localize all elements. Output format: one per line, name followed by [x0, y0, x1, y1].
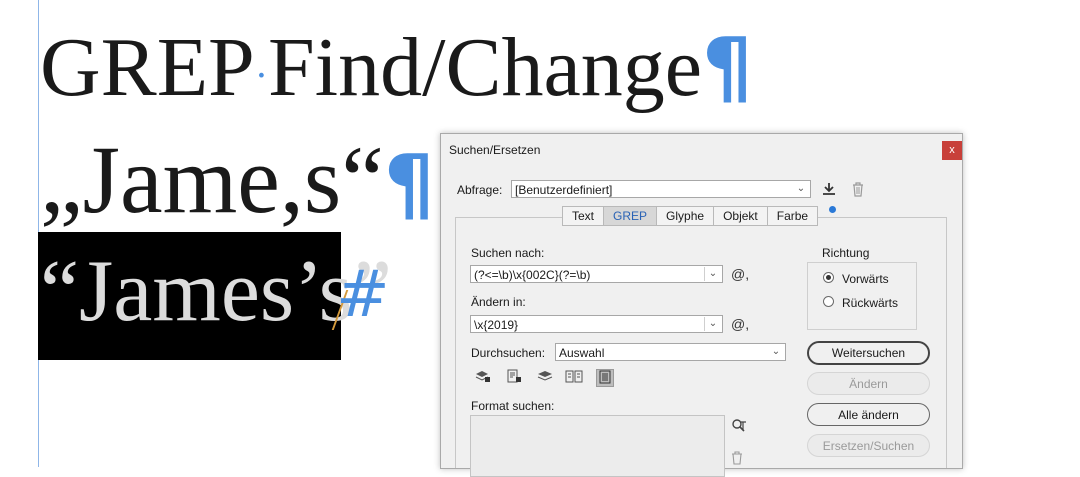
- search-scope-value: Auswahl: [559, 346, 605, 360]
- radio-forward[interactable]: [823, 272, 834, 283]
- search-label: Durchsuchen:: [471, 346, 546, 360]
- hidden-layers-icon[interactable]: [536, 369, 554, 387]
- find-next-button[interactable]: Weitersuchen: [807, 341, 930, 365]
- find-input[interactable]: (?<=\b)\x{002C}(?=\b) ⌄: [470, 265, 723, 283]
- radio-forward-label[interactable]: Vorwärts: [842, 272, 889, 286]
- tab-glyphe[interactable]: Glyphe: [656, 206, 715, 226]
- tab-objekt[interactable]: Objekt: [713, 206, 768, 226]
- master-pages-icon[interactable]: [565, 369, 583, 387]
- doc-text-jame-s: „Jame,s“: [40, 126, 384, 233]
- find-format-box[interactable]: [470, 415, 725, 477]
- clear-find-format-icon[interactable]: [731, 451, 743, 468]
- specify-find-format-icon[interactable]: [731, 418, 747, 437]
- pilcrow-marker: ¶: [702, 21, 753, 114]
- tab-grep[interactable]: GREP: [603, 206, 658, 226]
- tab-indicator-dot: [829, 206, 836, 213]
- close-button[interactable]: x: [942, 141, 962, 160]
- footnotes-icon[interactable]: [596, 369, 614, 387]
- locked-layers-icon[interactable]: [474, 369, 492, 387]
- doc-word-grep: GREP: [40, 21, 255, 114]
- chevron-down-icon[interactable]: ⌄: [769, 344, 783, 360]
- save-query-icon[interactable]: [821, 181, 837, 200]
- locked-stories-icon[interactable]: [505, 369, 523, 387]
- space-marker: ·: [254, 52, 269, 98]
- chevron-down-icon[interactable]: ⌄: [706, 266, 720, 282]
- change-button[interactable]: Ändern: [807, 372, 930, 395]
- direction-title: Richtung: [822, 246, 870, 260]
- change-value: \x{2019}: [474, 318, 519, 332]
- change-find-button[interactable]: Ersetzen/Suchen: [807, 434, 930, 457]
- document-line-2: „Jame,s“¶: [40, 132, 435, 228]
- query-select[interactable]: [Benutzerdefiniert] ⌄: [511, 180, 811, 198]
- tab-bar: Text GREP Glyphe Objekt Farbe: [562, 206, 819, 226]
- find-label: Suchen nach:: [471, 246, 545, 260]
- tab-farbe[interactable]: Farbe: [766, 206, 819, 226]
- tab-text[interactable]: Text: [562, 206, 605, 226]
- change-all-button[interactable]: Alle ändern: [807, 403, 930, 426]
- pilcrow-marker: ¶: [383, 138, 435, 231]
- radio-backward-label[interactable]: Rückwärts: [842, 296, 898, 310]
- format-find-label: Format suchen:: [471, 399, 555, 413]
- find-value: (?<=\b)\x{002C}(?=\b): [474, 268, 591, 282]
- query-label: Abfrage:: [457, 183, 503, 197]
- dialog-title: Suchen/Ersetzen: [449, 143, 541, 157]
- special-characters-change-icon[interactable]: @,: [731, 316, 749, 332]
- special-characters-find-icon[interactable]: @,: [731, 266, 749, 282]
- search-scope-select[interactable]: Auswahl ⌄: [555, 343, 786, 361]
- radio-backward[interactable]: [823, 296, 834, 307]
- chevron-down-icon[interactable]: ⌄: [706, 316, 720, 332]
- change-label: Ändern in:: [471, 295, 526, 309]
- query-value: [Benutzerdefiniert]: [515, 183, 613, 197]
- change-input[interactable]: \x{2019} ⌄: [470, 315, 723, 333]
- chevron-down-icon[interactable]: ⌄: [794, 181, 808, 197]
- end-of-story-marker: #: [336, 258, 390, 332]
- doc-word-find-change: Find/Change: [268, 21, 703, 114]
- document-line-1: GREP·Find/Change¶: [40, 26, 753, 110]
- delete-query-icon[interactable]: [851, 181, 865, 200]
